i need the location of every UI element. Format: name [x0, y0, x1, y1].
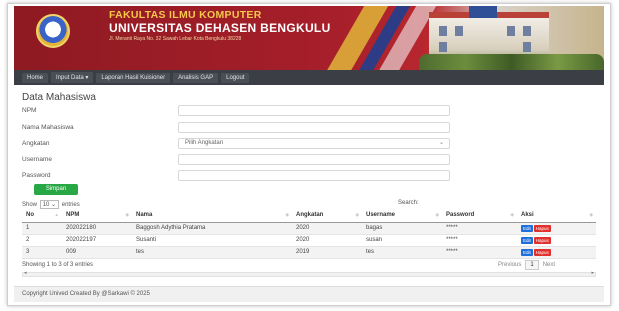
cell-aksi: Edit Hapus [517, 234, 596, 247]
col-no[interactable]: No ▲ [22, 209, 62, 223]
students-table: No ▲ NPM ◆ Nama ◆ Angkatan ◆ Username ◆ Passw… [22, 209, 596, 259]
show-suffix: entries [61, 202, 80, 208]
edit-button[interactable]: Edit [521, 224, 533, 232]
cell-npm: 202022180 [62, 222, 132, 235]
cell-aksi: Edit Hapus [517, 222, 596, 235]
page-1-button[interactable]: 1 [525, 260, 539, 270]
entries-select[interactable]: 10 ⌄ [39, 200, 60, 209]
footer-copyright: Copyright Unived Created By @Sarkawi © 2… [14, 286, 604, 302]
search-label: Search: [398, 200, 419, 206]
simpan-button[interactable]: Simpan [34, 184, 78, 195]
cell-no: 2 [22, 234, 62, 247]
scroll-left-icon[interactable]: ◂ [24, 270, 27, 276]
nama-field[interactable] [178, 122, 450, 133]
cell-npm: 009 [62, 246, 132, 259]
cell-username: tes [362, 246, 442, 259]
main-nav: Home Input Data ▾ Laporan Hasil Kuisione… [14, 70, 604, 85]
delete-button[interactable]: Hapus [533, 224, 551, 232]
pagination: Previous 1 Next [498, 260, 555, 270]
table-header-row: No ▲ NPM ◆ Nama ◆ Angkatan ◆ Username ◆ Passw… [22, 209, 596, 223]
nav-logout[interactable]: Logout [221, 72, 250, 83]
chevron-down-icon: ⌄ [438, 140, 444, 146]
col-npm[interactable]: NPM ◆ [62, 209, 132, 223]
university-logo [36, 14, 70, 48]
col-username[interactable]: Username ◆ [362, 209, 442, 223]
show-entries: Show 10 ⌄ entries [22, 200, 80, 209]
nav-laporan[interactable]: Laporan Hasil Kuisioner [96, 72, 171, 83]
edit-button[interactable]: Edit [521, 236, 533, 244]
cell-angkatan: 2020 [292, 234, 362, 247]
building-window [507, 26, 515, 36]
cell-npm: 202022197 [62, 234, 132, 247]
delete-button[interactable]: Hapus [533, 236, 551, 244]
horizontal-scrollbar[interactable]: ◂ ▸ [22, 270, 596, 277]
table-info: Showing 1 to 3 of 3 entries [22, 262, 94, 268]
cell-nama: tes [132, 246, 292, 259]
col-nama[interactable]: Nama ◆ [132, 209, 292, 223]
cell-no: 3 [22, 246, 62, 259]
cell-password: ***** [442, 234, 517, 247]
building-roof [469, 6, 497, 18]
cell-password: ***** [442, 246, 517, 259]
col-angkatan[interactable]: Angkatan ◆ [292, 209, 362, 223]
nav-home[interactable]: Home [22, 72, 49, 83]
cell-nama: Susanti [132, 234, 292, 247]
building-window [439, 26, 447, 36]
password-field[interactable] [178, 170, 450, 181]
table-row: 3 009 tes 2019 tes ***** Edit Hapus [22, 246, 596, 259]
nav-analisis-gap[interactable]: Analisis GAP [173, 72, 219, 83]
cell-username: bagas [362, 222, 442, 235]
angkatan-label: Angkatan [22, 140, 50, 147]
cell-username: susan [362, 234, 442, 247]
cell-nama: Baggosh Adythia Pratama [132, 222, 292, 235]
cell-no: 1 [22, 222, 62, 235]
entries-select-value: 10 [42, 202, 50, 208]
faculty-name: FAKULTAS ILMU KOMPUTER [109, 9, 262, 21]
table-row: 1 202022180 Baggosh Adythia Pratama 2020… [22, 222, 596, 235]
cell-aksi: Edit Hapus [517, 246, 596, 259]
table-row: 2 202022197 Susanti 2020 susan ***** Edi… [22, 234, 596, 247]
username-field[interactable] [178, 154, 450, 165]
page-title: Data Mahasiswa [22, 92, 96, 103]
building-window [523, 42, 531, 52]
nav-input-data[interactable]: Input Data ▾ [51, 72, 94, 83]
scroll-right-icon[interactable]: ▸ [591, 270, 594, 276]
col-aksi[interactable]: Aksi ◆ [517, 209, 596, 223]
password-label: Password [22, 172, 51, 179]
building-window [523, 26, 531, 36]
col-password[interactable]: Password ◆ [442, 209, 517, 223]
cell-angkatan: 2020 [292, 222, 362, 235]
username-label: Username [22, 156, 52, 163]
previous-button[interactable]: Previous [498, 262, 521, 268]
university-name: UNIVERSITAS DEHASEN BENGKULU [109, 21, 331, 35]
university-address: Jl. Meranti Raya No. 32 Sawah Lebar Kota… [109, 36, 242, 42]
angkatan-select-value: Pilih Angkatan [185, 140, 224, 146]
trees-image [419, 54, 604, 70]
angkatan-select[interactable]: Pilih Angkatan ⌄ [178, 138, 450, 149]
building-window [439, 42, 447, 52]
show-prefix: Show [22, 202, 38, 208]
edit-button[interactable]: Edit [521, 248, 533, 256]
header-banner: FAKULTAS ILMU KOMPUTER UNIVERSITAS DEHAS… [14, 6, 604, 70]
npm-field[interactable] [178, 105, 450, 116]
building-window [455, 26, 463, 36]
cell-angkatan: 2019 [292, 246, 362, 259]
nama-label: Nama Mahasiswa [22, 124, 74, 131]
delete-button[interactable]: Hapus [533, 248, 551, 256]
npm-label: NPM [22, 107, 37, 114]
next-button[interactable]: Next [543, 262, 555, 268]
cell-password: ***** [442, 222, 517, 235]
